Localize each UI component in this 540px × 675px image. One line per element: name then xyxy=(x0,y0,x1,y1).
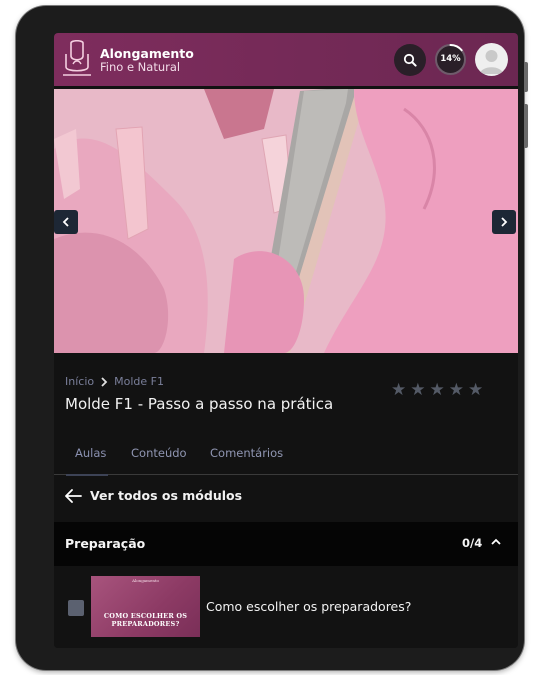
lesson-thumbnail[interactable]: Alongamento COMO ESCOLHER OS PREPARADORE… xyxy=(91,576,200,637)
arrow-left-icon xyxy=(65,488,82,503)
course-progress-indicator[interactable]: 14% xyxy=(434,43,467,76)
chevron-right-icon xyxy=(101,376,108,387)
brand-title: Alongamento xyxy=(100,46,194,61)
tablet-frame: Alongamento Fino e Natural 14% Início Mo… xyxy=(16,6,528,670)
lesson-video[interactable] xyxy=(54,89,518,353)
user-avatar-icon xyxy=(480,50,503,74)
module-progress: 0/4 xyxy=(462,536,483,550)
tab-comentarios[interactable]: Comentários xyxy=(210,446,283,460)
star-icon[interactable]: ★ xyxy=(430,382,445,399)
progress-label: 14% xyxy=(440,54,461,64)
chevron-up-icon[interactable] xyxy=(490,536,502,548)
star-icon[interactable]: ★ xyxy=(391,382,406,399)
breadcrumb-current[interactable]: Molde F1 xyxy=(114,375,164,388)
tablet-side-button xyxy=(524,62,528,92)
thumbnail-caption: COMO ESCOLHER OS PREPARADORES? xyxy=(103,612,188,628)
view-all-modules-label: Ver todos os módulos xyxy=(90,488,243,503)
chevron-right-icon xyxy=(501,217,508,227)
search-icon xyxy=(403,53,417,67)
app-screen: Alongamento Fino e Natural 14% Início Mo… xyxy=(54,33,518,648)
breadcrumb-home-link[interactable]: Início xyxy=(65,375,94,388)
brand-subtitle: Fino e Natural xyxy=(100,60,181,74)
module-title: Preparação xyxy=(65,536,146,551)
star-icon[interactable]: ★ xyxy=(410,382,425,399)
module-header[interactable]: Preparação 0/4 xyxy=(54,522,518,566)
lesson-list-item[interactable]: Alongamento COMO ESCOLHER OS PREPARADORE… xyxy=(54,566,518,648)
rating-stars[interactable]: ★ ★ ★ ★ ★ xyxy=(391,382,483,399)
breadcrumb: Início Molde F1 xyxy=(65,375,164,388)
nail-logo-icon[interactable] xyxy=(62,40,92,78)
star-icon[interactable]: ★ xyxy=(449,382,464,399)
active-tab-indicator xyxy=(66,474,108,476)
lesson-complete-checkbox[interactable] xyxy=(68,600,84,616)
view-all-modules-link[interactable]: Ver todos os módulos xyxy=(65,488,242,503)
lesson-tabs: Aulas Conteúdo Comentários xyxy=(54,437,518,476)
app-header: Alongamento Fino e Natural 14% xyxy=(54,33,518,86)
tab-aulas[interactable]: Aulas xyxy=(75,446,106,460)
star-icon[interactable]: ★ xyxy=(468,382,483,399)
search-button[interactable] xyxy=(394,44,426,76)
tablet-side-button xyxy=(524,104,528,148)
lesson-name[interactable]: Como escolher os preparadores? xyxy=(206,599,411,614)
tab-conteudo[interactable]: Conteúdo xyxy=(131,446,187,460)
chevron-left-icon xyxy=(62,217,69,227)
lesson-title: Molde F1 - Passo a passo na prática xyxy=(65,395,334,413)
user-avatar[interactable] xyxy=(475,43,508,76)
next-lesson-button[interactable] xyxy=(492,210,516,234)
previous-lesson-button[interactable] xyxy=(54,210,78,234)
thumbnail-brand-text: Alongamento xyxy=(132,578,159,583)
video-frame-image xyxy=(54,89,518,353)
